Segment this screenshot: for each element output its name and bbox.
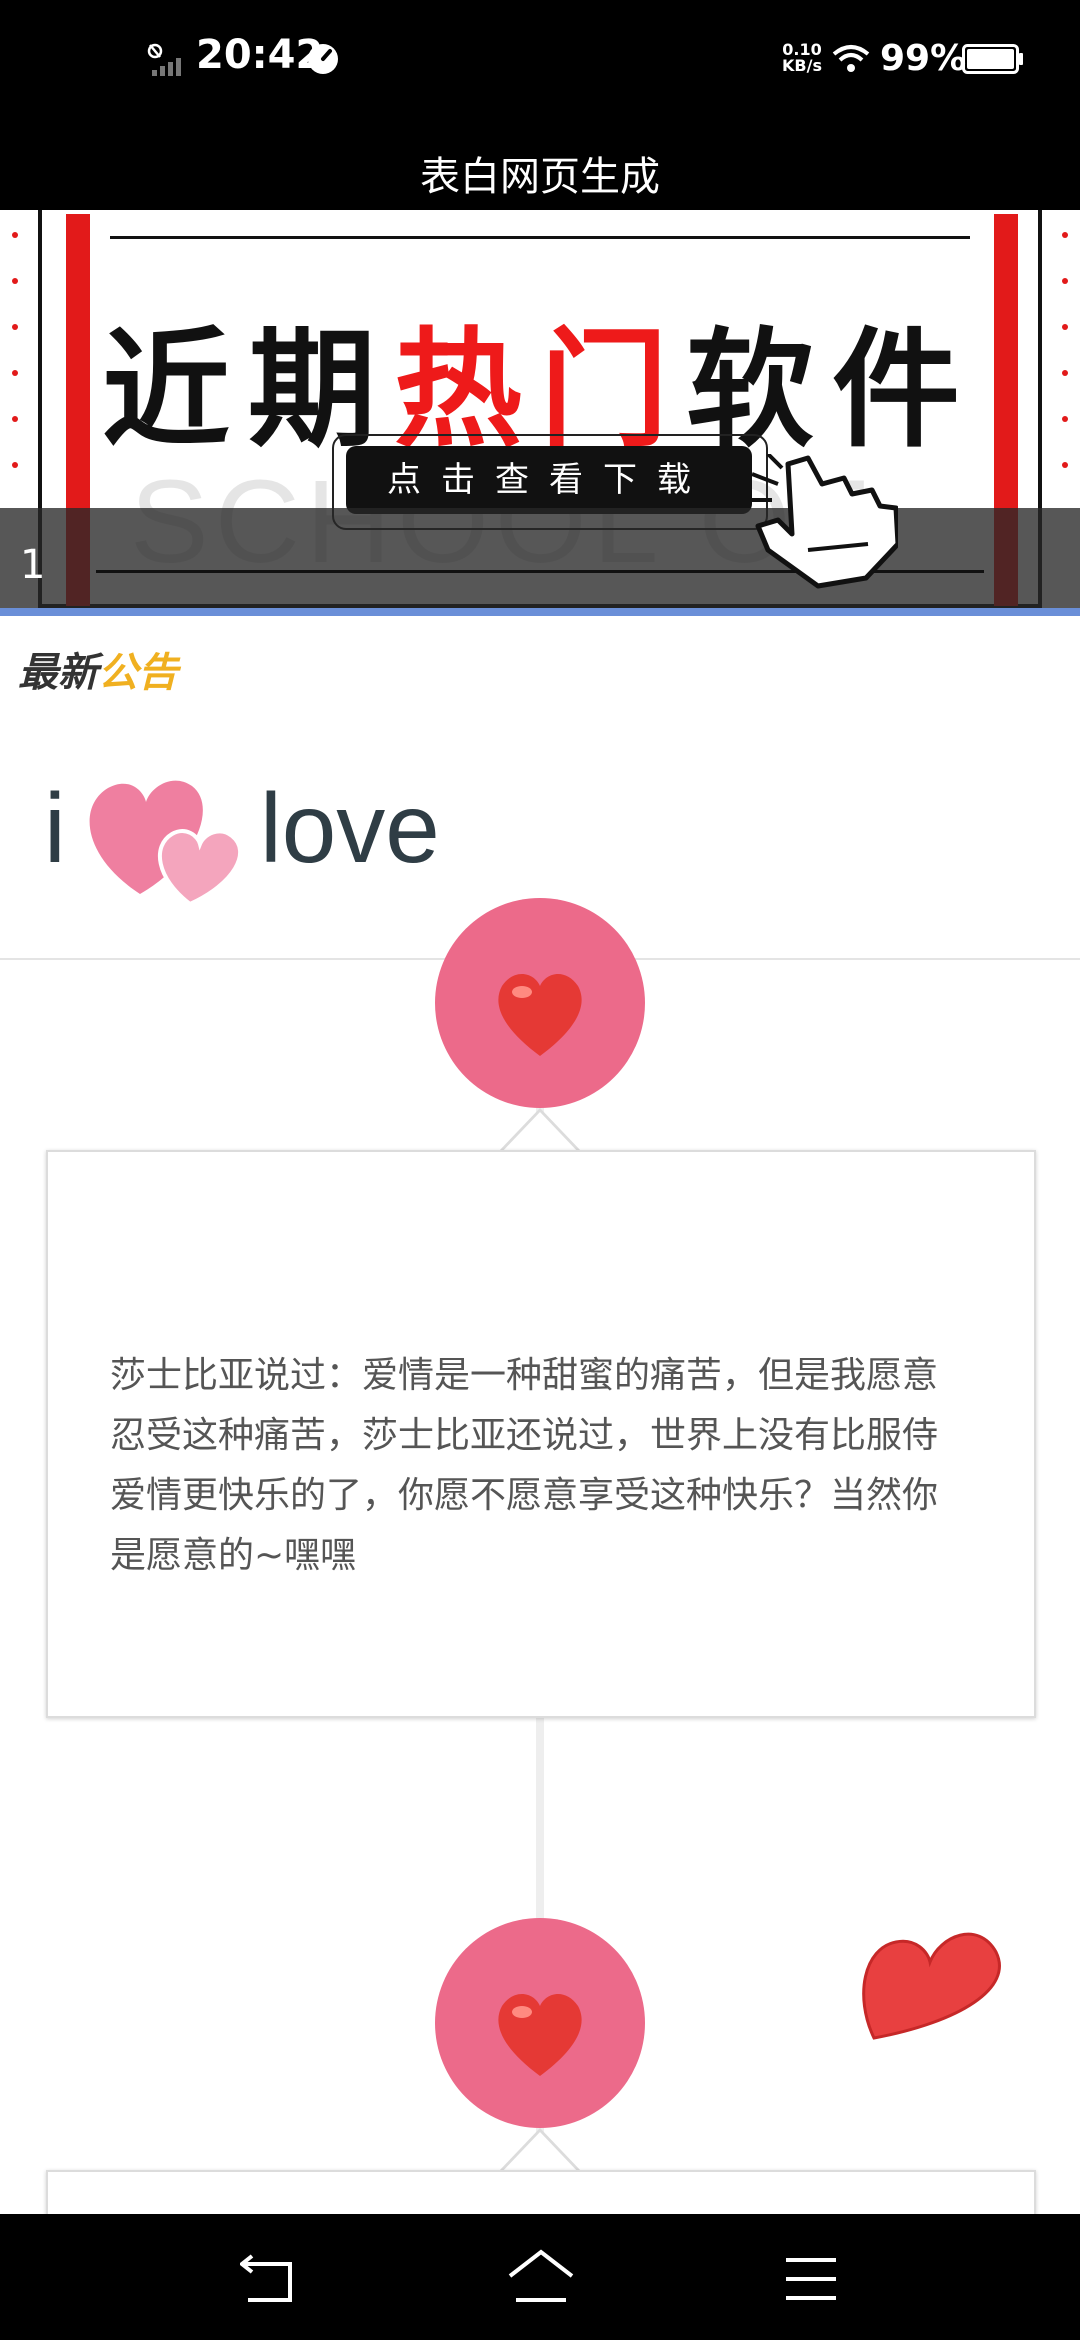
notice-label: 最新公告 xyxy=(18,650,178,696)
logo-i: i xyxy=(44,773,66,883)
timeline-card: 莎士比亚说过：爱情是一种甜蜜的痛苦，但是我愿意忍受这种痛苦，莎士比亚还说过，世界… xyxy=(46,1150,1036,1718)
signal-icon xyxy=(152,58,181,76)
menu-icon[interactable] xyxy=(784,2254,838,2304)
battery-icon xyxy=(962,44,1023,74)
download-cta-button[interactable]: 点击查看下载 xyxy=(346,446,752,514)
deco-dot xyxy=(1062,232,1068,238)
page-title: 表白网页生成 xyxy=(420,154,660,200)
battery-percent: 99% xyxy=(880,38,967,79)
slide-index: 1 xyxy=(20,542,46,588)
card-pointer-fill xyxy=(500,2132,580,2174)
card-text: 莎士比亚说过：爱情是一种甜蜜的痛苦，但是我愿意忍受这种痛苦，莎士比亚还说过，世界… xyxy=(110,1355,939,1576)
banner-progress-line xyxy=(0,608,1080,616)
status-bar: 20:42 0.10 KB/s 99% xyxy=(0,0,1080,122)
timeline-marker xyxy=(435,898,645,1108)
home-icon[interactable] xyxy=(506,2248,576,2308)
floating-heart-icon xyxy=(862,1932,1001,2040)
logo-word: love xyxy=(260,773,440,883)
back-icon[interactable] xyxy=(240,2250,300,2306)
speed-icon xyxy=(308,44,338,74)
clock: 20:42 xyxy=(196,32,324,78)
net-speed: 0.10 KB/s xyxy=(782,40,822,75)
heart-icon xyxy=(498,1993,582,2076)
pointer-hand-icon xyxy=(748,454,898,589)
i-love-logo: i love xyxy=(44,766,504,916)
system-nav-bar xyxy=(0,2214,1080,2340)
timeline-marker xyxy=(435,1918,645,2128)
banner-rule-top xyxy=(110,236,970,239)
deco-dot xyxy=(12,232,18,238)
deco-dot xyxy=(1062,278,1068,284)
heart-icon xyxy=(89,780,243,906)
banner-carousel[interactable]: 近期热门软件 SCHOOL OF DIS 点击查看下载 1 xyxy=(0,210,1080,616)
card-pointer-fill xyxy=(500,1112,580,1154)
deco-dot xyxy=(12,278,18,284)
heart-icon xyxy=(498,973,582,1056)
wifi-icon xyxy=(832,45,870,72)
app-bar: 表白网页生成 xyxy=(0,122,1080,210)
banner-caption-overlay: 1 xyxy=(0,508,1080,612)
